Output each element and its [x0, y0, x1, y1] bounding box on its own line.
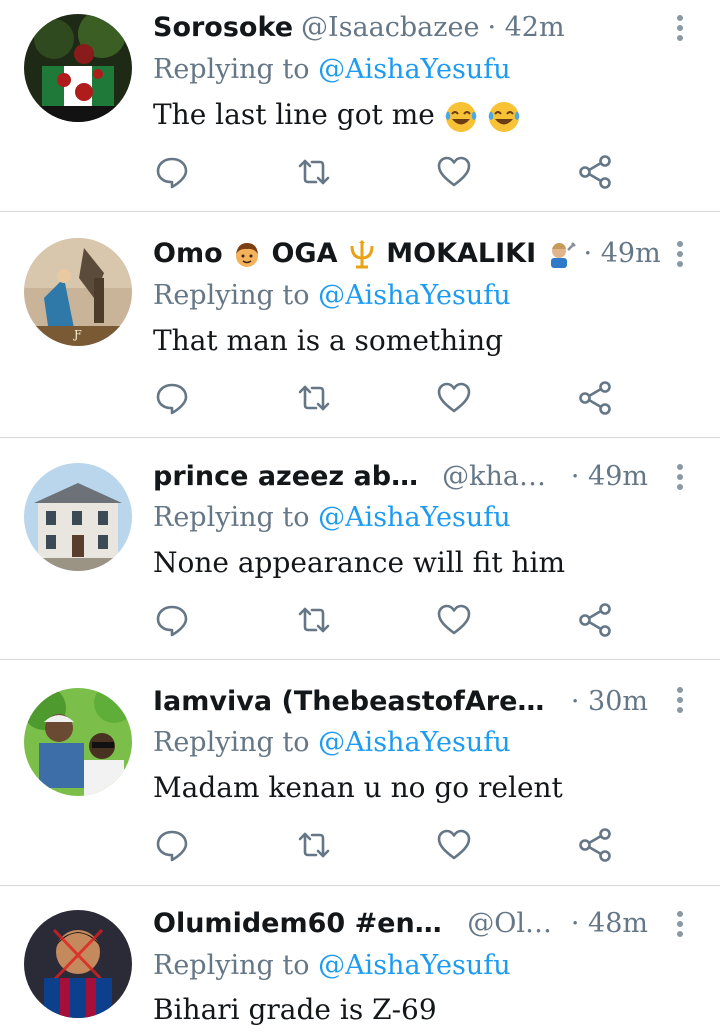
tweet-header: Sorosoke @Isaacbazee · 42m	[153, 10, 648, 46]
display-name-part: Omo	[153, 238, 223, 269]
replying-to-prefix: Replying to	[153, 502, 319, 533]
replying-to: Replying to @AishaYesufu	[153, 948, 511, 984]
mention-link[interactable]: @AishaYesufu	[318, 727, 511, 758]
avatar-image	[24, 463, 132, 571]
tears-of-joy-emoji-icon	[488, 101, 519, 132]
tweet-text-content: Bihari grade is Z-69	[153, 993, 437, 1026]
replying-to: Replying to @AishaYesufu	[153, 725, 511, 761]
display-name[interactable]: Iamviva (ThebeastofArewa)...	[153, 684, 557, 720]
boy-emoji-icon	[236, 242, 259, 267]
avatar-image	[24, 910, 132, 1018]
divider	[0, 659, 720, 660]
divider	[0, 885, 720, 886]
tweet-text: None appearance will fit him	[153, 544, 565, 582]
replying-to-prefix: Replying to	[153, 54, 319, 85]
replying-to-prefix: Replying to	[153, 727, 319, 758]
tweet-text: Bihari grade is Z-69	[153, 991, 437, 1029]
timestamp: · 30m	[570, 686, 648, 717]
display-name-part: OGA	[271, 238, 338, 269]
reply-tweet[interactable]: Ƒ Omo OGA MOKALIKI · 49m Replying to @Ai…	[0, 225, 720, 450]
mechanic-emoji-icon	[550, 241, 576, 268]
tweet-text: Madam kenan u no go relent	[153, 769, 563, 807]
display-name[interactable]: Olumidem60 #endsars	[153, 906, 459, 942]
reply-tweet[interactable]: Olumidem60 #endsars @Olu... · 48m Replyi…	[0, 894, 720, 1034]
like-heart-icon[interactable]	[434, 152, 474, 192]
avatar-logo-text: Ƒ	[72, 328, 82, 341]
share-icon[interactable]	[575, 152, 615, 192]
timestamp: · 49m	[583, 238, 661, 269]
reply-icon[interactable]	[152, 600, 192, 640]
display-name[interactable]: Omo OGA MOKALIKI	[153, 236, 576, 272]
replying-to-prefix: Replying to	[153, 950, 319, 981]
trident-emblem-icon	[350, 239, 374, 268]
divider	[0, 211, 720, 212]
display-name-part: MOKALIKI	[386, 238, 537, 269]
vertical-dots-icon[interactable]	[670, 10, 690, 46]
replying-to: Replying to @AishaYesufu	[153, 52, 511, 88]
reply-tweet[interactable]: prince azeez abolore @khanf... · 49m Rep…	[0, 449, 720, 674]
like-heart-icon[interactable]	[434, 378, 474, 418]
replying-to-prefix: Replying to	[153, 280, 319, 311]
timestamp: · 49m	[570, 461, 648, 492]
vertical-dots-icon[interactable]	[670, 459, 690, 495]
user-handle[interactable]: @Olu...	[467, 906, 557, 942]
user-handle[interactable]: @khanf...	[442, 459, 557, 495]
display-name[interactable]: prince azeez abolore	[153, 459, 434, 495]
tweet-header: Olumidem60 #endsars @Olu... · 48m	[153, 906, 648, 942]
mention-link[interactable]: @AishaYesufu	[318, 280, 511, 311]
tweet-header: prince azeez abolore @khanf... · 49m	[153, 459, 648, 495]
timestamp: · 42m	[487, 12, 565, 43]
vertical-dots-icon[interactable]	[670, 906, 690, 942]
tears-of-joy-emoji-icon	[445, 101, 477, 132]
avatar[interactable]: Ƒ	[24, 238, 132, 346]
avatar-image	[24, 688, 132, 796]
replying-to: Replying to @AishaYesufu	[153, 278, 511, 314]
share-icon[interactable]	[575, 600, 615, 640]
divider	[0, 437, 720, 438]
like-heart-icon[interactable]	[434, 825, 474, 865]
tweet-header: Omo OGA MOKALIKI · 49m	[153, 236, 661, 272]
user-handle[interactable]: @Isaacbazee	[301, 10, 479, 46]
avatar[interactable]	[24, 688, 132, 796]
avatar[interactable]	[24, 14, 132, 122]
avatar-image	[24, 14, 132, 122]
tweet-text: The last line got me	[153, 96, 521, 134]
tweet-text-content: None appearance will fit him	[153, 546, 566, 579]
reply-tweet[interactable]: Sorosoke @Isaacbazee · 42m Replying to @…	[0, 0, 720, 225]
like-heart-icon[interactable]	[434, 600, 474, 640]
retweet-icon[interactable]	[294, 152, 334, 192]
share-icon[interactable]	[575, 825, 615, 865]
avatar[interactable]	[24, 463, 132, 571]
reply-tweet[interactable]: Iamviva (ThebeastofArewa)... · 30m Reply…	[0, 672, 720, 897]
vertical-dots-icon[interactable]	[670, 682, 690, 718]
share-icon[interactable]	[575, 378, 615, 418]
retweet-icon[interactable]	[294, 378, 334, 418]
vertical-dots-icon[interactable]	[670, 236, 690, 272]
retweet-icon[interactable]	[294, 600, 334, 640]
tweet-header: Iamviva (ThebeastofArewa)... · 30m	[153, 684, 648, 720]
avatar-image: Ƒ	[24, 238, 132, 346]
display-name[interactable]: Sorosoke	[153, 10, 293, 46]
tweet-text-content: Madam kenan u no go relent	[153, 771, 563, 804]
replying-to: Replying to @AishaYesufu	[153, 500, 511, 536]
reply-icon[interactable]	[152, 378, 192, 418]
tweet-text-content: The last line got me	[153, 98, 444, 131]
mention-link[interactable]: @AishaYesufu	[318, 54, 511, 85]
tweet-text: That man is a something	[153, 322, 503, 360]
reply-icon[interactable]	[152, 825, 192, 865]
avatar[interactable]	[24, 910, 132, 1018]
reply-icon[interactable]	[152, 152, 192, 192]
tweet-text-content: That man is a something	[153, 324, 504, 357]
timestamp: · 48m	[570, 908, 648, 939]
retweet-icon[interactable]	[294, 825, 334, 865]
mention-link[interactable]: @AishaYesufu	[318, 502, 511, 533]
mention-link[interactable]: @AishaYesufu	[318, 950, 511, 981]
